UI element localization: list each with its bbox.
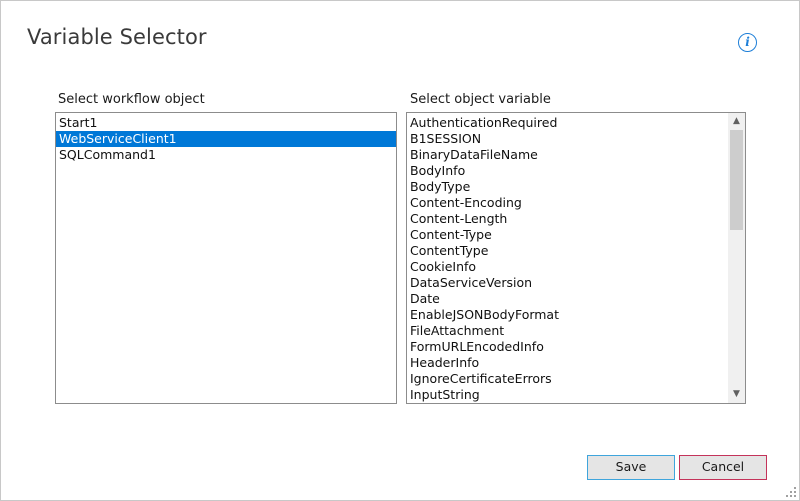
variable-list-scrollbar[interactable]: ▲ ▼ [728, 113, 745, 403]
object-variable-item[interactable]: HeaderInfo [407, 355, 745, 371]
object-variable-item[interactable]: Content-Encoding [407, 195, 745, 211]
object-variable-item[interactable]: Content-Length [407, 211, 745, 227]
workflow-object-items: Start1 WebServiceClient1 SQLCommand1 [56, 113, 396, 163]
object-variable-item[interactable]: Content-Type [407, 227, 745, 243]
chevron-down-icon[interactable]: ▼ [728, 386, 745, 403]
object-variable-item[interactable]: InputString [407, 387, 745, 403]
object-variable-item[interactable]: BodyType [407, 179, 745, 195]
object-variable-list[interactable]: AuthenticationRequired B1SESSION BinaryDat… [406, 112, 746, 404]
workflow-object-label: Select workflow object [58, 92, 205, 107]
object-variable-item[interactable]: FileAttachment [407, 323, 745, 339]
object-variable-item[interactable]: CookieInfo [407, 259, 745, 275]
object-variable-item[interactable]: BinaryDataFileName [407, 147, 745, 163]
object-variable-item[interactable]: FormURLEncodedInfo [407, 339, 745, 355]
object-variable-item[interactable]: EnableJSONBodyFormat [407, 307, 745, 323]
info-icon[interactable]: i [738, 33, 757, 52]
save-button[interactable]: Save [587, 455, 675, 480]
object-variable-items: AuthenticationRequired B1SESSION BinaryDat… [407, 113, 745, 403]
workflow-object-list[interactable]: Start1 WebServiceClient1 SQLCommand1 [55, 112, 397, 404]
object-variable-item[interactable]: AuthenticationRequired [407, 115, 745, 131]
object-variable-item[interactable]: IgnoreCertificateErrors [407, 371, 745, 387]
variable-selector-dialog: Variable Selector i Select workflow obje… [0, 0, 800, 501]
dialog-title: Variable Selector [27, 25, 207, 49]
object-variable-label: Select object variable [410, 92, 551, 107]
resize-grip-icon[interactable] [786, 487, 796, 497]
scroll-thumb[interactable] [730, 130, 743, 230]
object-variable-item[interactable]: DataServiceVersion [407, 275, 745, 291]
workflow-object-item[interactable]: SQLCommand1 [56, 147, 396, 163]
object-variable-item[interactable]: ContentType [407, 243, 745, 259]
object-variable-item[interactable]: BodyInfo [407, 163, 745, 179]
object-variable-item[interactable]: Date [407, 291, 745, 307]
cancel-button[interactable]: Cancel [679, 455, 767, 480]
object-variable-item[interactable]: B1SESSION [407, 131, 745, 147]
workflow-object-item[interactable]: WebServiceClient1 [56, 131, 396, 147]
workflow-object-item[interactable]: Start1 [56, 115, 396, 131]
chevron-up-icon[interactable]: ▲ [728, 113, 745, 130]
